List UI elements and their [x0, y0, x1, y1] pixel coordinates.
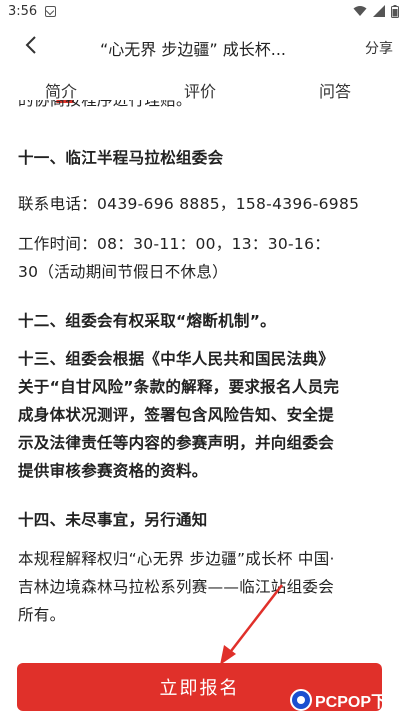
contact-phone: 联系电话：0439-696 8885，158-4396-6985 [18, 195, 360, 213]
work-hours: 工作时间：08：30-11：00，13：30-16： 30（活动期间节假日不休息… [18, 230, 390, 286]
notification-icon [45, 5, 57, 17]
cut-off-line: 的协商按程序进行理赔。 [18, 100, 192, 109]
tab-intro[interactable]: 简介 [45, 78, 77, 102]
status-time: 3:56 [8, 3, 38, 19]
work-hours-line-2: 30（活动期间节假日不休息） [18, 263, 228, 281]
section-13-line-3: 成身体状况测评，签署包含风险告知、安全提 [18, 406, 335, 424]
section-13-line-4: 示及法律责任等内容的参赛声明，并向组委会 [18, 434, 335, 452]
work-hours-line-1: 工作时间：08：30-11：00，13：30-16： [18, 235, 331, 253]
watermark: PCPOP下载 [289, 688, 403, 712]
watermark-logo-icon [289, 689, 312, 711]
section-13-line-2: 关于“自甘风险”条款的解释，要求报名人员完 [18, 378, 340, 396]
tab-review[interactable]: 评价 [184, 78, 216, 102]
final-line-3: 所有。 [18, 606, 66, 624]
share-button[interactable]: 分享 [365, 38, 393, 58]
back-arrow-icon[interactable] [22, 34, 42, 56]
section-13-line-5: 提供审核参赛资格的资料。 [18, 462, 208, 480]
section-14: 十四、未尽事宜，另行通知 [18, 511, 208, 529]
final-statement: 本规程解释权归“心无界 步边疆”成长杯 中国· 吉林边境森林马拉松系列赛——临江… [18, 545, 390, 629]
section-12: 十二、组委会有权采取“熔断机制”。 [18, 312, 276, 330]
wifi-icon [353, 6, 367, 16]
battery-icon [391, 4, 399, 18]
tab-qa[interactable]: 问答 [319, 78, 351, 102]
section-11-heading: 十一、临江半程马拉松组委会 [18, 149, 224, 167]
status-icons [353, 4, 399, 18]
final-line-1: 本规程解释权归“心无界 步边疆”成长杯 中国· [18, 550, 335, 568]
nav-bar: “心无界 步边疆” 成长杯... 分享 [0, 28, 407, 64]
intro-content: 的协商按程序进行理赔。 十一、临江半程马拉松组委会 联系电话：0439-696 … [18, 100, 390, 655]
status-bar: 3:56 [0, 0, 407, 22]
signal-icon [373, 5, 385, 17]
watermark-text: PCPOP下载 [314, 694, 403, 711]
section-13: 十三、组委会根据《中华人民共和国民法典》 关于“自甘风险”条款的解释，要求报名人… [18, 345, 390, 485]
section-13-line-1: 十三、组委会根据《中华人民共和国民法典》 [18, 350, 335, 368]
page-title: “心无界 步边疆” 成长杯... [100, 40, 287, 59]
final-line-2: 吉林边境森林马拉松系列赛——临江站组委会 [18, 578, 335, 596]
